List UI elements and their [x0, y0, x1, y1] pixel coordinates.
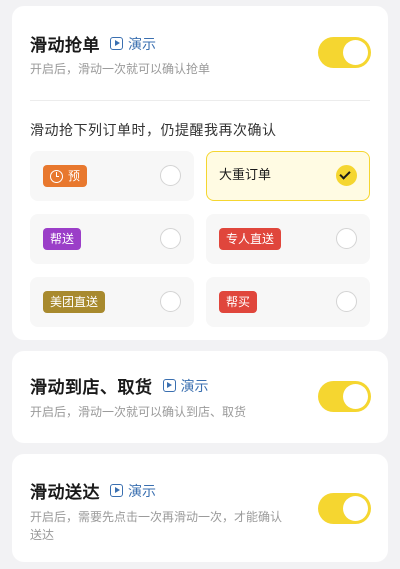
arrive-pickup-title: 滑动到店、取货	[30, 378, 153, 398]
grab-order-title: 滑动抢单	[30, 36, 100, 56]
radio-reservation[interactable]	[160, 165, 181, 186]
radio-dedicated-delivery[interactable]	[336, 228, 357, 249]
play-icon	[162, 379, 176, 392]
option-help-buy[interactable]: 帮买	[206, 277, 370, 327]
demo-label: 演示	[128, 483, 156, 500]
tag-reservation: 预	[43, 165, 88, 187]
option-help-send[interactable]: 帮送	[30, 214, 194, 264]
deliver-title: 滑动送达	[30, 483, 100, 503]
radio-help-buy[interactable]	[336, 291, 357, 312]
confirm-section-label: 滑动抢下列订单时，仍提醒我再次确认	[30, 123, 277, 139]
arrive-pickup-card: 滑动到店、取货 演示 开启后，滑动一次就可以确认到店、取货	[12, 351, 388, 443]
play-icon	[110, 37, 123, 50]
radio-heavy-order[interactable]	[336, 165, 357, 186]
grab-order-toggle[interactable]	[318, 37, 371, 68]
grab-order-card: 滑动抢单 演示 开启后，滑动一次就可以确认抢单 滑动抢下列订单时，仍提醒我再次确…	[12, 6, 388, 340]
option-dedicated-delivery[interactable]: 专人直送	[206, 214, 370, 264]
toggle-knob	[343, 40, 368, 65]
tag-label: 预	[68, 169, 81, 183]
arrive-pickup-toggle[interactable]	[318, 381, 371, 412]
tag-dedicated-delivery: 专人直送	[219, 228, 282, 250]
option-heavy-order[interactable]: 大重订单	[206, 151, 370, 201]
grab-order-demo-link[interactable]: 演示	[110, 34, 156, 54]
demo-label: 演示	[180, 378, 209, 395]
radio-help-send[interactable]	[160, 228, 181, 249]
tag-meituan-direct: 美团直送	[43, 291, 106, 313]
arrive-pickup-demo-link[interactable]: 演示	[162, 376, 209, 396]
deliver-demo-link[interactable]: 演示	[110, 481, 156, 501]
deliver-title-row: 滑动送达 演示	[30, 478, 156, 503]
check-icon	[339, 168, 351, 180]
toggle-knob	[343, 496, 368, 521]
grab-order-title-row: 滑动抢单 演示	[30, 31, 156, 56]
tag-help-send: 帮送	[43, 228, 82, 250]
arrive-pickup-title-row: 滑动到店、取货 演示	[30, 373, 209, 398]
demo-label: 演示	[128, 36, 156, 53]
deliver-toggle[interactable]	[318, 493, 371, 524]
grab-order-subtitle: 开启后，滑动一次就可以确认抢单	[30, 62, 211, 76]
tag-heavy-order: 大重订单	[219, 168, 272, 183]
toggle-knob	[343, 384, 368, 409]
option-reservation[interactable]: 预	[30, 151, 194, 201]
divider	[30, 100, 370, 101]
arrive-pickup-subtitle: 开启后，滑动一次就可以确认到店、取货	[30, 405, 247, 419]
clock-icon	[50, 169, 63, 183]
deliver-subtitle: 开启后，需要先点击一次再滑动一次，才能确认送达	[30, 510, 283, 542]
tag-help-buy: 帮买	[219, 291, 258, 313]
play-icon	[110, 484, 123, 497]
radio-meituan-direct[interactable]	[160, 291, 181, 312]
option-meituan-direct[interactable]: 美团直送	[30, 277, 194, 327]
deliver-card: 滑动送达 演示 开启后，需要先点击一次再滑动一次，才能确认送达	[12, 454, 388, 562]
